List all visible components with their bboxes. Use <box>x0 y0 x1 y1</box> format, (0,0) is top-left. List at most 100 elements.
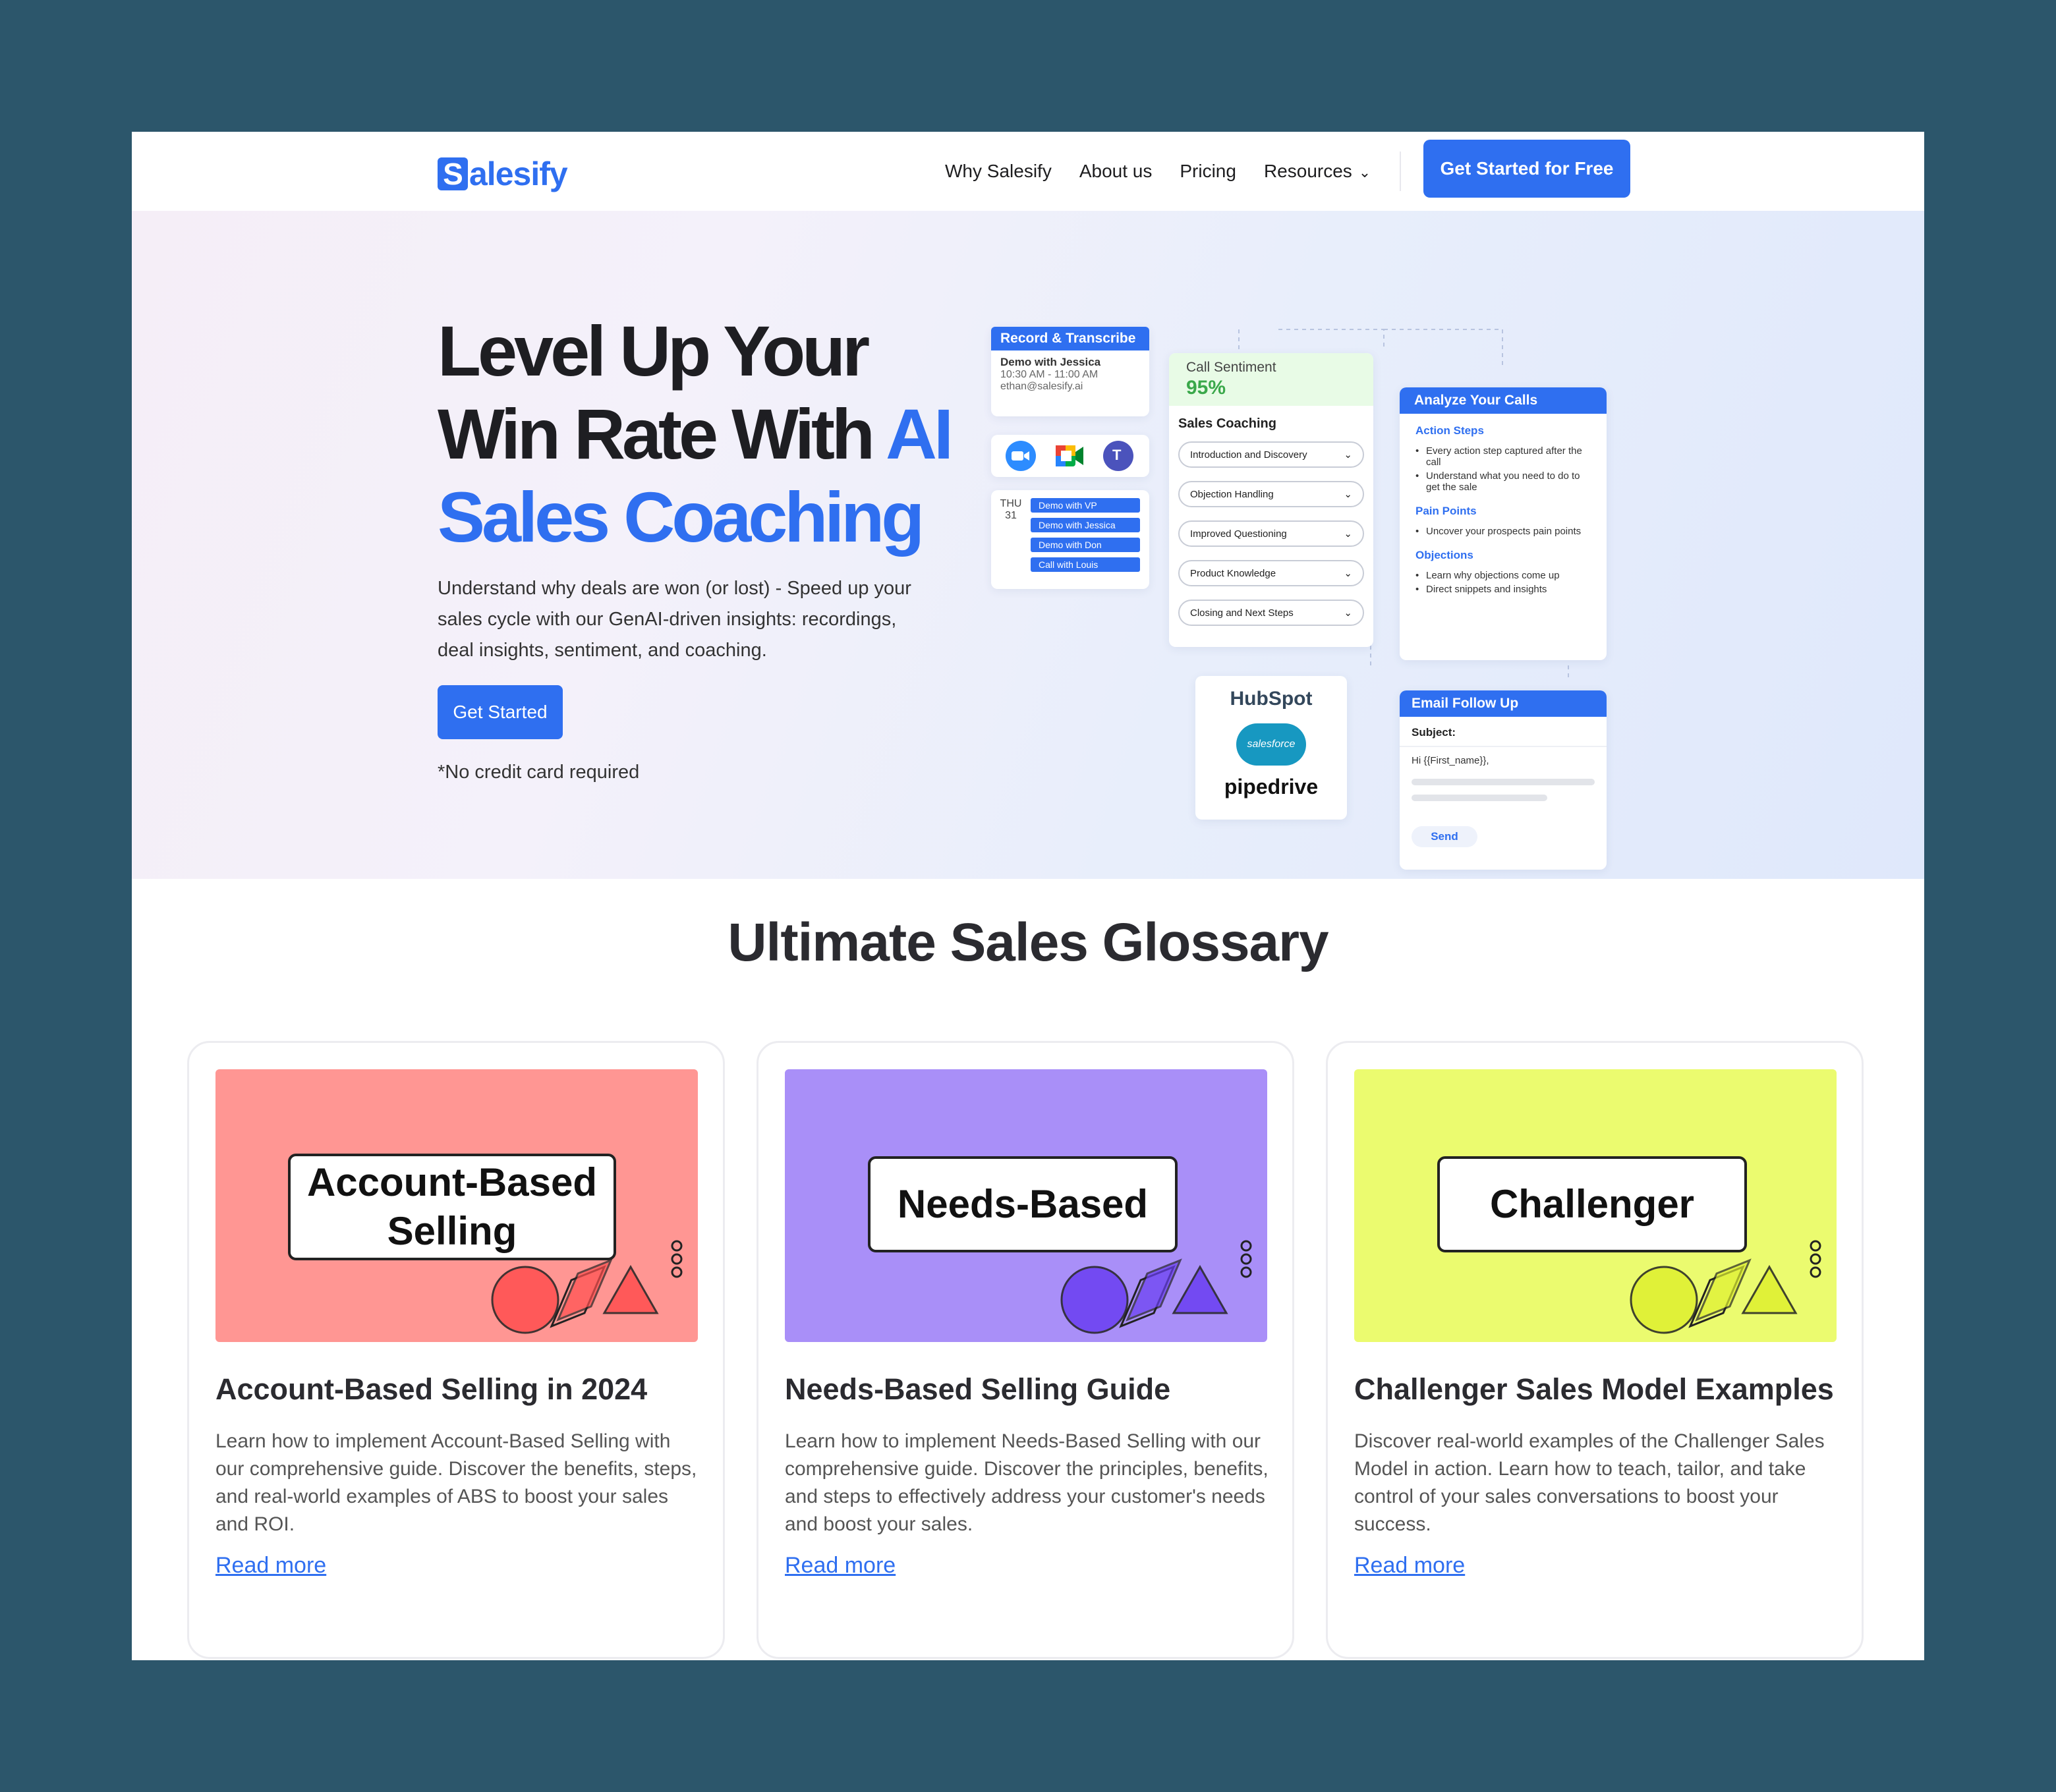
chevron-down-icon: ⌄ <box>1344 449 1352 461</box>
salesify-logo[interactable]: S alesify <box>438 155 568 192</box>
nav-links: Why Salesify About us Pricing Resources ⌄ <box>945 132 1371 211</box>
calendar-event[interactable]: Demo with Don <box>1031 538 1140 552</box>
email-divider <box>1400 746 1607 747</box>
nav-pricing[interactable]: Pricing <box>1180 161 1236 182</box>
record-email: ethan@salesify.ai <box>1000 381 1083 392</box>
hero-title-line1: Level Up Your <box>438 311 870 391</box>
geometric-shapes-icon <box>1060 1240 1252 1334</box>
meeting-apps-card: T <box>991 435 1149 477</box>
hubspot-logo: HubSpot <box>1230 688 1313 710</box>
record-meeting-time: 10:30 AM - 11:00 AM <box>1000 369 1099 380</box>
analyze-section-title: Action Steps <box>1415 424 1484 437</box>
analyze-section-title: Objections <box>1415 549 1473 561</box>
nav-resources[interactable]: Resources ⌄ <box>1264 161 1371 182</box>
sales-coaching-card: Call Sentiment 95% Sales Coaching Introd… <box>1169 353 1373 647</box>
calendar-event[interactable]: Call with Louis <box>1031 557 1140 572</box>
no-credit-card-note: *No credit card required <box>438 762 640 783</box>
nav-resources-label: Resources <box>1263 161 1352 181</box>
analyze-bullet: • Uncover your prospects pain points <box>1415 526 1582 537</box>
nav-about-us[interactable]: About us <box>1079 161 1153 182</box>
coaching-item[interactable]: Product Knowledge ⌄ <box>1178 560 1364 586</box>
analyze-bullet-text: Every action step captured after the cal… <box>1426 445 1582 468</box>
email-body-placeholder <box>1412 795 1547 801</box>
coaching-title: Sales Coaching <box>1178 416 1276 431</box>
sentiment-panel: Call Sentiment 95% <box>1169 353 1373 406</box>
analyze-bullet-text: Understand what you need to do to get th… <box>1426 470 1580 493</box>
read-more-link[interactable]: Read more <box>215 1553 326 1579</box>
calendar-card: THU 31 Demo with VP Demo with Jessica De… <box>991 490 1149 589</box>
hero-title: Level Up Your Win Rate With AI Sales Coa… <box>438 310 965 559</box>
zoom-camera-glyph <box>1012 451 1029 461</box>
sentiment-value: 95% <box>1186 377 1226 399</box>
hero-title-line3: Sales Coaching <box>438 477 925 557</box>
analyze-bullet-text: Uncover your prospects pain points <box>1426 526 1582 537</box>
logo-text: alesify <box>469 155 568 192</box>
coaching-item[interactable]: Improved Questioning ⌄ <box>1178 520 1364 547</box>
record-card-header: Record & Transcribe <box>991 327 1149 350</box>
hero-title-ai: AI <box>886 394 954 474</box>
get-started-button[interactable]: Get Started <box>438 685 563 739</box>
email-greeting: Hi {{First_name}}, <box>1412 755 1489 766</box>
google-meet-icon <box>1056 445 1083 466</box>
crm-integrations-card: HubSpot salesforce pipedrive <box>1195 676 1347 820</box>
coaching-item[interactable]: Introduction and Discovery ⌄ <box>1178 441 1364 468</box>
browser-page: S alesify Why Salesify About us Pricing … <box>132 132 1924 1660</box>
analyze-bullet-text: Learn why objections come up <box>1426 570 1560 581</box>
nav-divider <box>1400 152 1401 191</box>
analyze-bullet: • Understand what you need to do to get t… <box>1415 470 1580 493</box>
analyze-calls-card: Analyze Your Calls Action Steps • Every a… <box>1400 387 1607 660</box>
top-nav: S alesify Why Salesify About us Pricing … <box>132 132 1924 211</box>
glossary-card-image[interactable]: Challenger <box>1354 1069 1837 1342</box>
coaching-item-label: Introduction and Discovery <box>1190 449 1307 461</box>
email-follow-up-card: Email Follow Up Subject: Hi {{First_name… <box>1400 690 1607 870</box>
calendar-date: 31 <box>1005 510 1017 521</box>
coaching-item-label: Improved Questioning <box>1190 528 1287 540</box>
analyze-bullet: • Direct snippets and insights <box>1415 584 1547 595</box>
glossary-card: Account-Based Selling Account-Based Sell… <box>187 1041 725 1659</box>
nav-why-salesify[interactable]: Why Salesify <box>945 161 1052 182</box>
email-header: Email Follow Up <box>1400 690 1607 717</box>
coaching-item[interactable]: Objection Handling ⌄ <box>1178 481 1364 507</box>
chevron-down-icon: ⌄ <box>1358 164 1371 181</box>
record-card: Record & Transcribe Demo with Jessica 10… <box>991 327 1149 416</box>
analyze-bullet: • Learn why objections come up <box>1415 570 1560 581</box>
glossary-card-image[interactable]: Account-Based Selling <box>215 1069 698 1342</box>
chevron-down-icon: ⌄ <box>1344 607 1352 619</box>
calendar-event[interactable]: Demo with VP <box>1031 498 1140 513</box>
chevron-down-icon: ⌄ <box>1344 528 1352 540</box>
glossary-card-description: Learn how to implement Needs-Based Selli… <box>785 1430 1269 1535</box>
salesforce-logo: salesforce <box>1236 723 1306 766</box>
calendar-day: THU <box>1000 498 1022 509</box>
chevron-down-icon: ⌄ <box>1344 568 1352 579</box>
glossary-card-title[interactable]: Challenger Sales Model Examples <box>1354 1372 1842 1407</box>
hero-subtitle: Understand why deals are won (or lost) -… <box>438 578 911 661</box>
hero-title-line2: Win Rate With AI <box>438 393 965 476</box>
email-body-placeholder <box>1412 779 1595 785</box>
glossary-card-description: Discover real-world examples of the Chal… <box>1354 1430 1825 1535</box>
glossary-card-title[interactable]: Account-Based Selling in 2024 <box>215 1372 703 1407</box>
hero-title-line2-dark: Win Rate With <box>438 394 886 474</box>
coaching-item-label: Product Knowledge <box>1190 567 1276 579</box>
pipedrive-logo: pipedrive <box>1224 775 1319 798</box>
chevron-down-icon: ⌄ <box>1344 489 1352 500</box>
read-more-link[interactable]: Read more <box>1354 1553 1465 1579</box>
coaching-item[interactable]: Closing and Next Steps ⌄ <box>1178 600 1364 626</box>
hero-section: Level Up Your Win Rate With AI Sales Coa… <box>132 211 1924 879</box>
email-send-button[interactable]: Send <box>1412 826 1477 847</box>
analyze-bullet: • Every action step captured after the ca… <box>1415 445 1582 468</box>
glossary-card: Needs-Based Needs-Based Selling Guide Le… <box>757 1041 1294 1659</box>
analyze-header: Analyze Your Calls <box>1400 387 1607 414</box>
geometric-shapes-icon <box>491 1240 683 1334</box>
geometric-shapes-icon <box>1630 1240 1821 1334</box>
read-more-link[interactable]: Read more <box>785 1553 896 1579</box>
glossary-card-image[interactable]: Needs-Based <box>785 1069 1267 1342</box>
teams-glyph: T <box>1112 447 1122 463</box>
analyze-section-title: Pain Points <box>1415 505 1477 517</box>
email-subject-label: Subject: <box>1412 726 1456 739</box>
coaching-item-label: Closing and Next Steps <box>1190 607 1294 619</box>
calendar-event[interactable]: Demo with Jessica <box>1031 518 1140 532</box>
record-meeting-name: Demo with Jessica <box>1000 356 1101 368</box>
glossary-card-title[interactable]: Needs-Based Selling Guide <box>785 1372 1272 1407</box>
glossary-card-description: Learn how to implement Account-Based Sel… <box>215 1430 697 1535</box>
get-started-free-button[interactable]: Get Started for Free <box>1423 140 1630 198</box>
